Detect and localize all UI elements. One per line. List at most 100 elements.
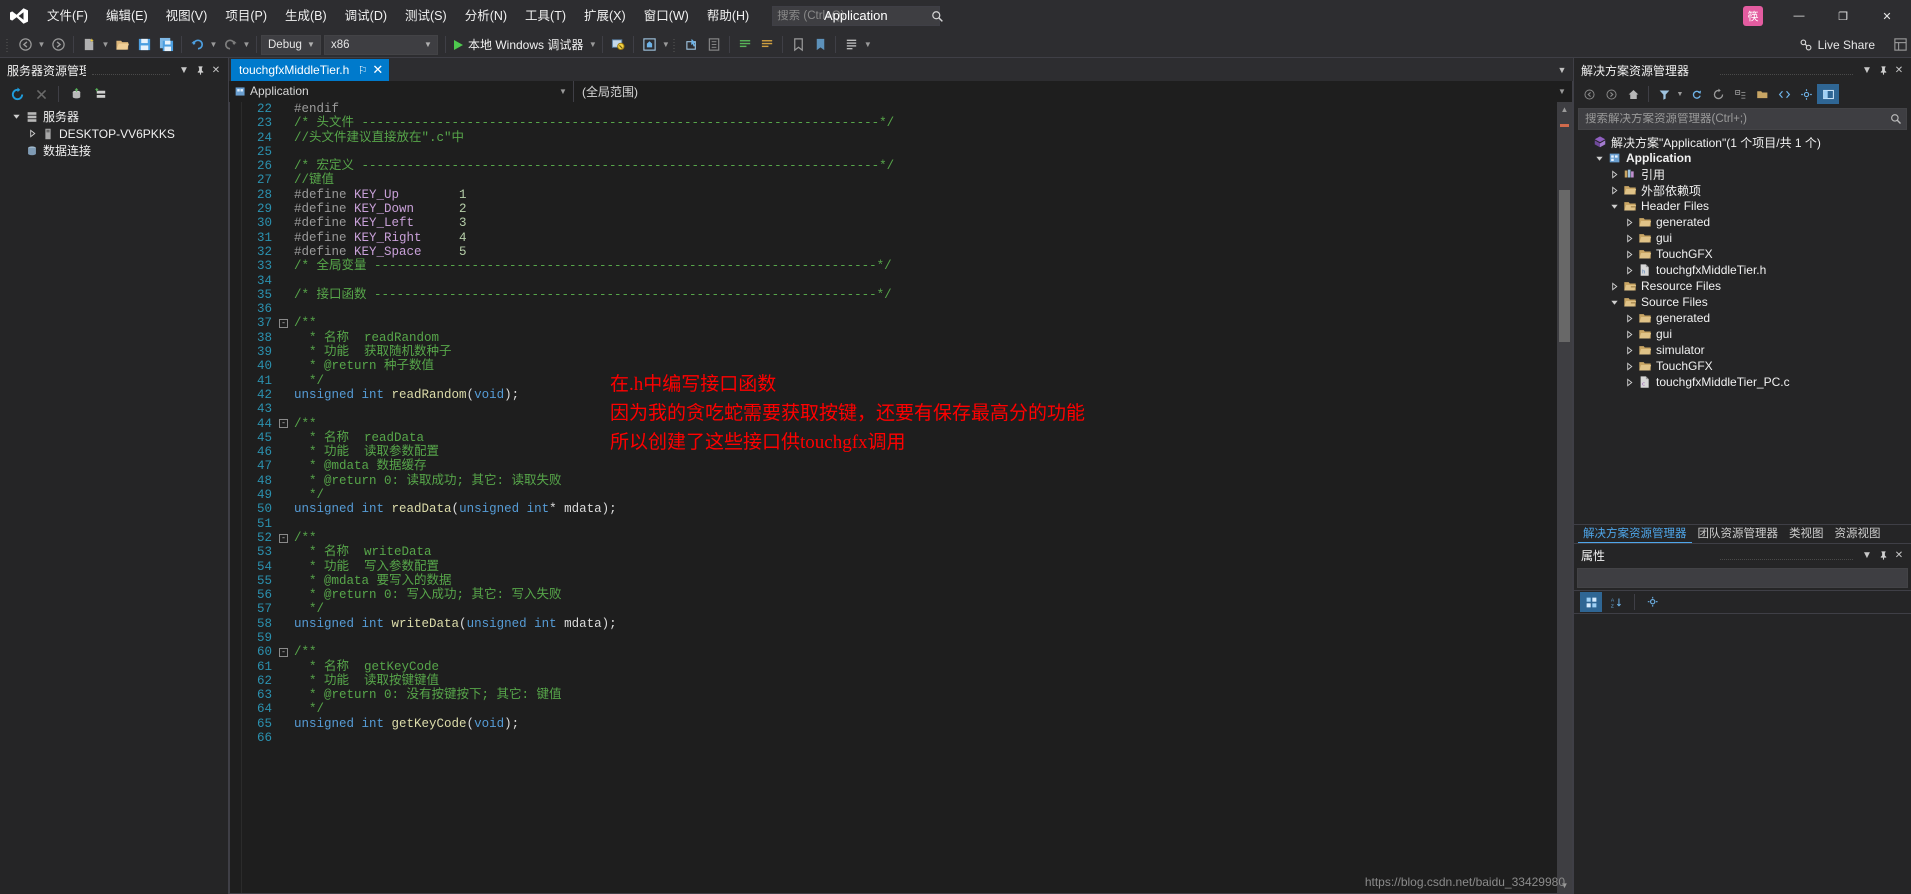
solution-explorer-search[interactable] (1578, 108, 1907, 130)
menu-build[interactable]: 生成(B) (276, 0, 336, 32)
new-project-icon[interactable] (78, 34, 100, 56)
solution-tree-item[interactable]: 引用 (1574, 166, 1911, 182)
architecture-icon[interactable] (638, 34, 660, 56)
outlining-collapse-icon[interactable]: - (279, 533, 288, 543)
solution-tree-item[interactable]: TouchGFX (1574, 358, 1911, 374)
pane-dropdown-icon[interactable]: ▼ (1859, 60, 1875, 80)
architecture-dropdown-icon[interactable]: ▼ (660, 34, 671, 56)
home-icon[interactable] (1622, 84, 1644, 104)
expander-open-icon[interactable] (1608, 202, 1621, 211)
pin-icon[interactable]: ⚐ (355, 64, 370, 77)
refresh-icon[interactable] (1707, 84, 1729, 104)
expander-closed-icon[interactable] (1623, 313, 1636, 323)
scroll-up-icon[interactable]: ▲ (1557, 102, 1572, 117)
refresh-icon[interactable] (6, 84, 28, 104)
menu-debug[interactable]: 调试(D) (336, 0, 396, 32)
tree-item-servers[interactable]: 服务器 (0, 108, 228, 125)
solution-tree-item[interactable]: 解决方案"Application"(1 个项目/共 1 个) (1574, 134, 1911, 150)
expander-closed-icon[interactable] (1623, 265, 1636, 275)
close-icon[interactable]: ✕ (208, 60, 224, 80)
outlining-collapse-icon[interactable]: - (279, 319, 288, 328)
navigate-backward-dropdown-icon[interactable]: ▼ (36, 34, 47, 56)
pin-icon[interactable] (192, 60, 208, 80)
outlining-margin[interactable]: - - - - (276, 102, 292, 893)
expander-closed-icon[interactable] (1623, 249, 1636, 259)
project-selector-combo[interactable]: Application ▼ (229, 80, 574, 102)
user-avatar[interactable]: 筷 (1743, 6, 1763, 26)
tab-touchgfxmiddletier-h[interactable]: touchgfxMiddleTier.h ⚐ ✕ (231, 59, 390, 81)
pane-dropdown-icon[interactable]: ▼ (176, 60, 192, 80)
property-pages-icon[interactable] (1642, 592, 1664, 612)
tree-item-desktop-machine[interactable]: DESKTOP-VV6PKKS (0, 125, 228, 142)
navigate-forward-icon[interactable] (47, 34, 69, 56)
save-icon[interactable] (133, 34, 155, 56)
editor-vertical-scrollbar[interactable]: ▲ ▼ (1557, 102, 1572, 893)
menu-file[interactable]: 文件(F) (38, 0, 97, 32)
menu-edit[interactable]: 编辑(E) (97, 0, 157, 32)
tab-class-view[interactable]: 类视图 (1784, 525, 1829, 543)
live-share-button[interactable]: Live Share (1799, 38, 1883, 52)
tree-item-data-connections[interactable]: 数据连接 (0, 142, 228, 159)
undo-dropdown-icon[interactable]: ▼ (208, 34, 219, 56)
open-file-icon[interactable] (111, 34, 133, 56)
properties-grid[interactable] (1574, 614, 1911, 894)
close-button[interactable]: ✕ (1865, 0, 1909, 32)
properties-window-icon[interactable] (840, 34, 862, 56)
back-icon[interactable] (1578, 84, 1600, 104)
solution-tree-item[interactable]: 外部依赖项 (1574, 182, 1911, 198)
uncomment-lines-icon[interactable] (756, 34, 778, 56)
show-live-visual-tree-icon[interactable] (703, 34, 725, 56)
solution-tree-item[interactable]: Application (1574, 150, 1911, 166)
solution-configuration-combo[interactable]: Debug ▼ (261, 34, 321, 55)
solution-tree-item[interactable]: Source Files (1574, 294, 1911, 310)
expander-closed-icon[interactable] (1623, 233, 1636, 243)
redo-dropdown-icon[interactable]: ▼ (241, 34, 252, 56)
solution-tree-item[interactable]: Header Files (1574, 198, 1911, 214)
scope-selector-combo[interactable]: (全局范围) ▼ (574, 80, 1573, 102)
minimize-button[interactable]: — (1777, 0, 1821, 32)
menu-help[interactable]: 帮助(H) (698, 0, 758, 32)
save-all-icon[interactable] (155, 34, 177, 56)
preview-selected-items-icon[interactable] (1817, 84, 1839, 104)
solution-tree-item[interactable]: gui (1574, 326, 1911, 342)
comment-lines-icon[interactable] (734, 34, 756, 56)
previous-bookmark-icon[interactable] (809, 34, 831, 56)
solution-tree-item[interactable]: h touchgfxMiddleTier.h (1574, 262, 1911, 278)
code-surface[interactable]: 22 23 24 25 26 27 28 29 30 31 32 33 34 35 36 37 38 39 40 41… (230, 102, 1557, 893)
navigate-backward-icon[interactable] (14, 34, 36, 56)
toggle-bookmark-icon[interactable] (787, 34, 809, 56)
view-code-icon[interactable] (1773, 84, 1795, 104)
start-debugging-dropdown-icon[interactable]: ▼ (587, 34, 598, 56)
collapse-all-icon[interactable] (1729, 84, 1751, 104)
menu-project[interactable]: 项目(P) (216, 0, 276, 32)
stop-icon[interactable] (30, 84, 52, 104)
show-all-files-icon[interactable] (1751, 84, 1773, 104)
solution-tree-item[interactable]: Resource Files (1574, 278, 1911, 294)
tab-list-dropdown-icon[interactable]: ▼ (1554, 60, 1570, 80)
sync-with-active-document-icon[interactable] (1685, 84, 1707, 104)
solution-tree-item[interactable]: TouchGFX (1574, 246, 1911, 262)
start-debugging-button[interactable]: 本地 Windows 调试器 (450, 34, 587, 56)
menu-view[interactable]: 视图(V) (157, 0, 217, 32)
expander-closed-icon[interactable] (1623, 345, 1636, 355)
expander-closed-icon[interactable] (1623, 217, 1636, 227)
outlining-collapse-icon[interactable]: - (279, 647, 288, 657)
tab-team-explorer[interactable]: 团队资源管理器 (1693, 525, 1784, 543)
pin-icon[interactable] (1875, 545, 1891, 565)
expander-closed-icon[interactable] (1608, 281, 1621, 291)
close-icon[interactable]: ✕ (370, 62, 385, 78)
expander-open-icon[interactable] (1593, 154, 1606, 163)
toolbar-overflow-icon[interactable]: ▼ (862, 34, 873, 56)
expander-closed-icon[interactable] (1623, 361, 1636, 371)
menu-analyze[interactable]: 分析(N) (456, 0, 516, 32)
close-icon[interactable]: ✕ (1891, 545, 1907, 565)
solution-tree-item[interactable]: gui (1574, 230, 1911, 246)
forward-icon[interactable] (1600, 84, 1622, 104)
properties-object-combo[interactable] (1577, 568, 1908, 588)
filter-dropdown-icon[interactable]: ▼ (1675, 84, 1685, 104)
feedback-icon[interactable] (1889, 34, 1911, 56)
expander-closed-icon[interactable] (26, 129, 39, 138)
solution-search-input[interactable] (1585, 113, 1889, 125)
tab-solution-explorer[interactable]: 解决方案资源管理器 (1578, 525, 1692, 543)
pin-icon[interactable] (1875, 60, 1891, 80)
